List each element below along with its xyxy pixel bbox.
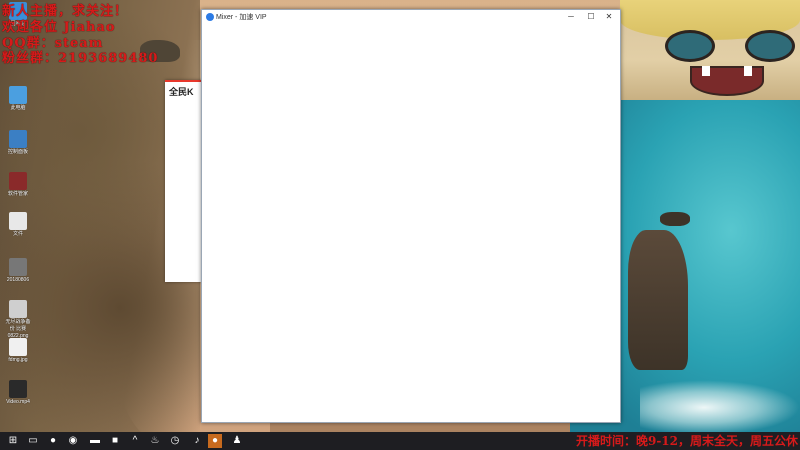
desktop-icon[interactable]: 软件管家	[4, 172, 32, 198]
overlay-line: 粉丝群：2193689480	[2, 51, 159, 66]
taskbar-task-view-icon[interactable]: ▭	[26, 434, 40, 448]
minimize-button[interactable]: ─	[562, 11, 580, 23]
desktop-icon[interactable]: 控制面板	[4, 130, 32, 156]
desktop-icon-image	[9, 380, 27, 398]
desktop-icon-label: 控制面板	[7, 149, 28, 155]
taskbar-netease-icon[interactable]: ♪	[190, 434, 204, 448]
desktop-icon[interactable]: fdmg.jpg	[4, 338, 32, 364]
background-window-title: 全民K	[169, 87, 194, 97]
taskbar-start-icon[interactable]: ⊞	[6, 434, 20, 448]
webcam-overlay	[620, 0, 800, 100]
desktop-icon[interactable]: 文件	[4, 212, 32, 238]
desktop-icon-label: Video.mp4	[6, 399, 30, 405]
desktop-icon[interactable]: 此电脑	[4, 86, 32, 112]
wallpaper-rock	[628, 230, 688, 370]
taskbar: ⊞ ▭ ● ◉ ▬ ■ ^ ♨ ◷ ♪ ● ♟ 开播时间：晚9-12，周末全天，周五公休	[0, 432, 800, 450]
taskbar-active-app-icon[interactable]: ●	[208, 434, 222, 448]
desktop-icon-label: 文件	[12, 231, 23, 237]
desktop-icon-image	[9, 172, 27, 190]
taskbar-app-red-icon[interactable]: ●	[46, 434, 60, 448]
desktop-icon[interactable]: 无尽战争备份 比赛0822.png	[4, 300, 32, 340]
mixer-window[interactable]: Mixer - 加速 VIP ─ ☐ ✕	[201, 9, 621, 423]
desktop-icon-image	[9, 212, 27, 230]
maximize-button[interactable]: ☐	[582, 11, 600, 23]
desktop-icon-label: 无尽战争备份 比赛0822.png	[5, 319, 31, 339]
taskbar-app-person-icon[interactable]: ♟	[230, 434, 244, 448]
desktop-icon-image	[9, 258, 27, 276]
desktop-icon-image	[9, 338, 27, 356]
mixer-app-icon	[206, 13, 214, 21]
taskbar-explorer-icon[interactable]: ▬	[88, 434, 102, 448]
window-titlebar[interactable]: Mixer - 加速 VIP ─ ☐ ✕	[202, 10, 620, 24]
taskbar-clock-icon[interactable]: ◷	[168, 434, 182, 448]
desktop-icon-label: 此电脑	[10, 105, 26, 111]
desktop-icon[interactable]: Video.mp4	[4, 380, 32, 406]
taskbar-steam-icon[interactable]: ♨	[148, 434, 162, 448]
desktop-icon-label: fdmg.jpg	[8, 357, 28, 363]
wallpaper-surf	[640, 380, 800, 435]
character-fang	[702, 66, 710, 76]
taskbar-marquee: 开播时间：晚9-12，周末全天，周五公休	[575, 434, 798, 448]
taskbar-chrome-icon[interactable]: ◉	[66, 434, 80, 448]
desktop-icon-label: 软件管家	[7, 191, 28, 197]
close-button[interactable]: ✕	[600, 11, 618, 23]
taskbar-app-yellow-icon[interactable]: ■	[108, 434, 122, 448]
desktop-icon-image	[9, 300, 27, 318]
window-title: Mixer - 加速 VIP	[216, 14, 267, 21]
taskbar-arrow-icon[interactable]: ^	[128, 434, 142, 448]
wallpaper-rock	[660, 212, 690, 226]
desktop-icon-image	[9, 86, 27, 104]
desktop-icon[interactable]: 20180806	[4, 258, 32, 284]
character-eye	[745, 30, 795, 62]
desktop-icon-label: 20180806	[6, 277, 30, 283]
desktop-icon-image	[9, 130, 27, 148]
character-fang	[744, 66, 752, 76]
character-eye	[665, 30, 715, 62]
